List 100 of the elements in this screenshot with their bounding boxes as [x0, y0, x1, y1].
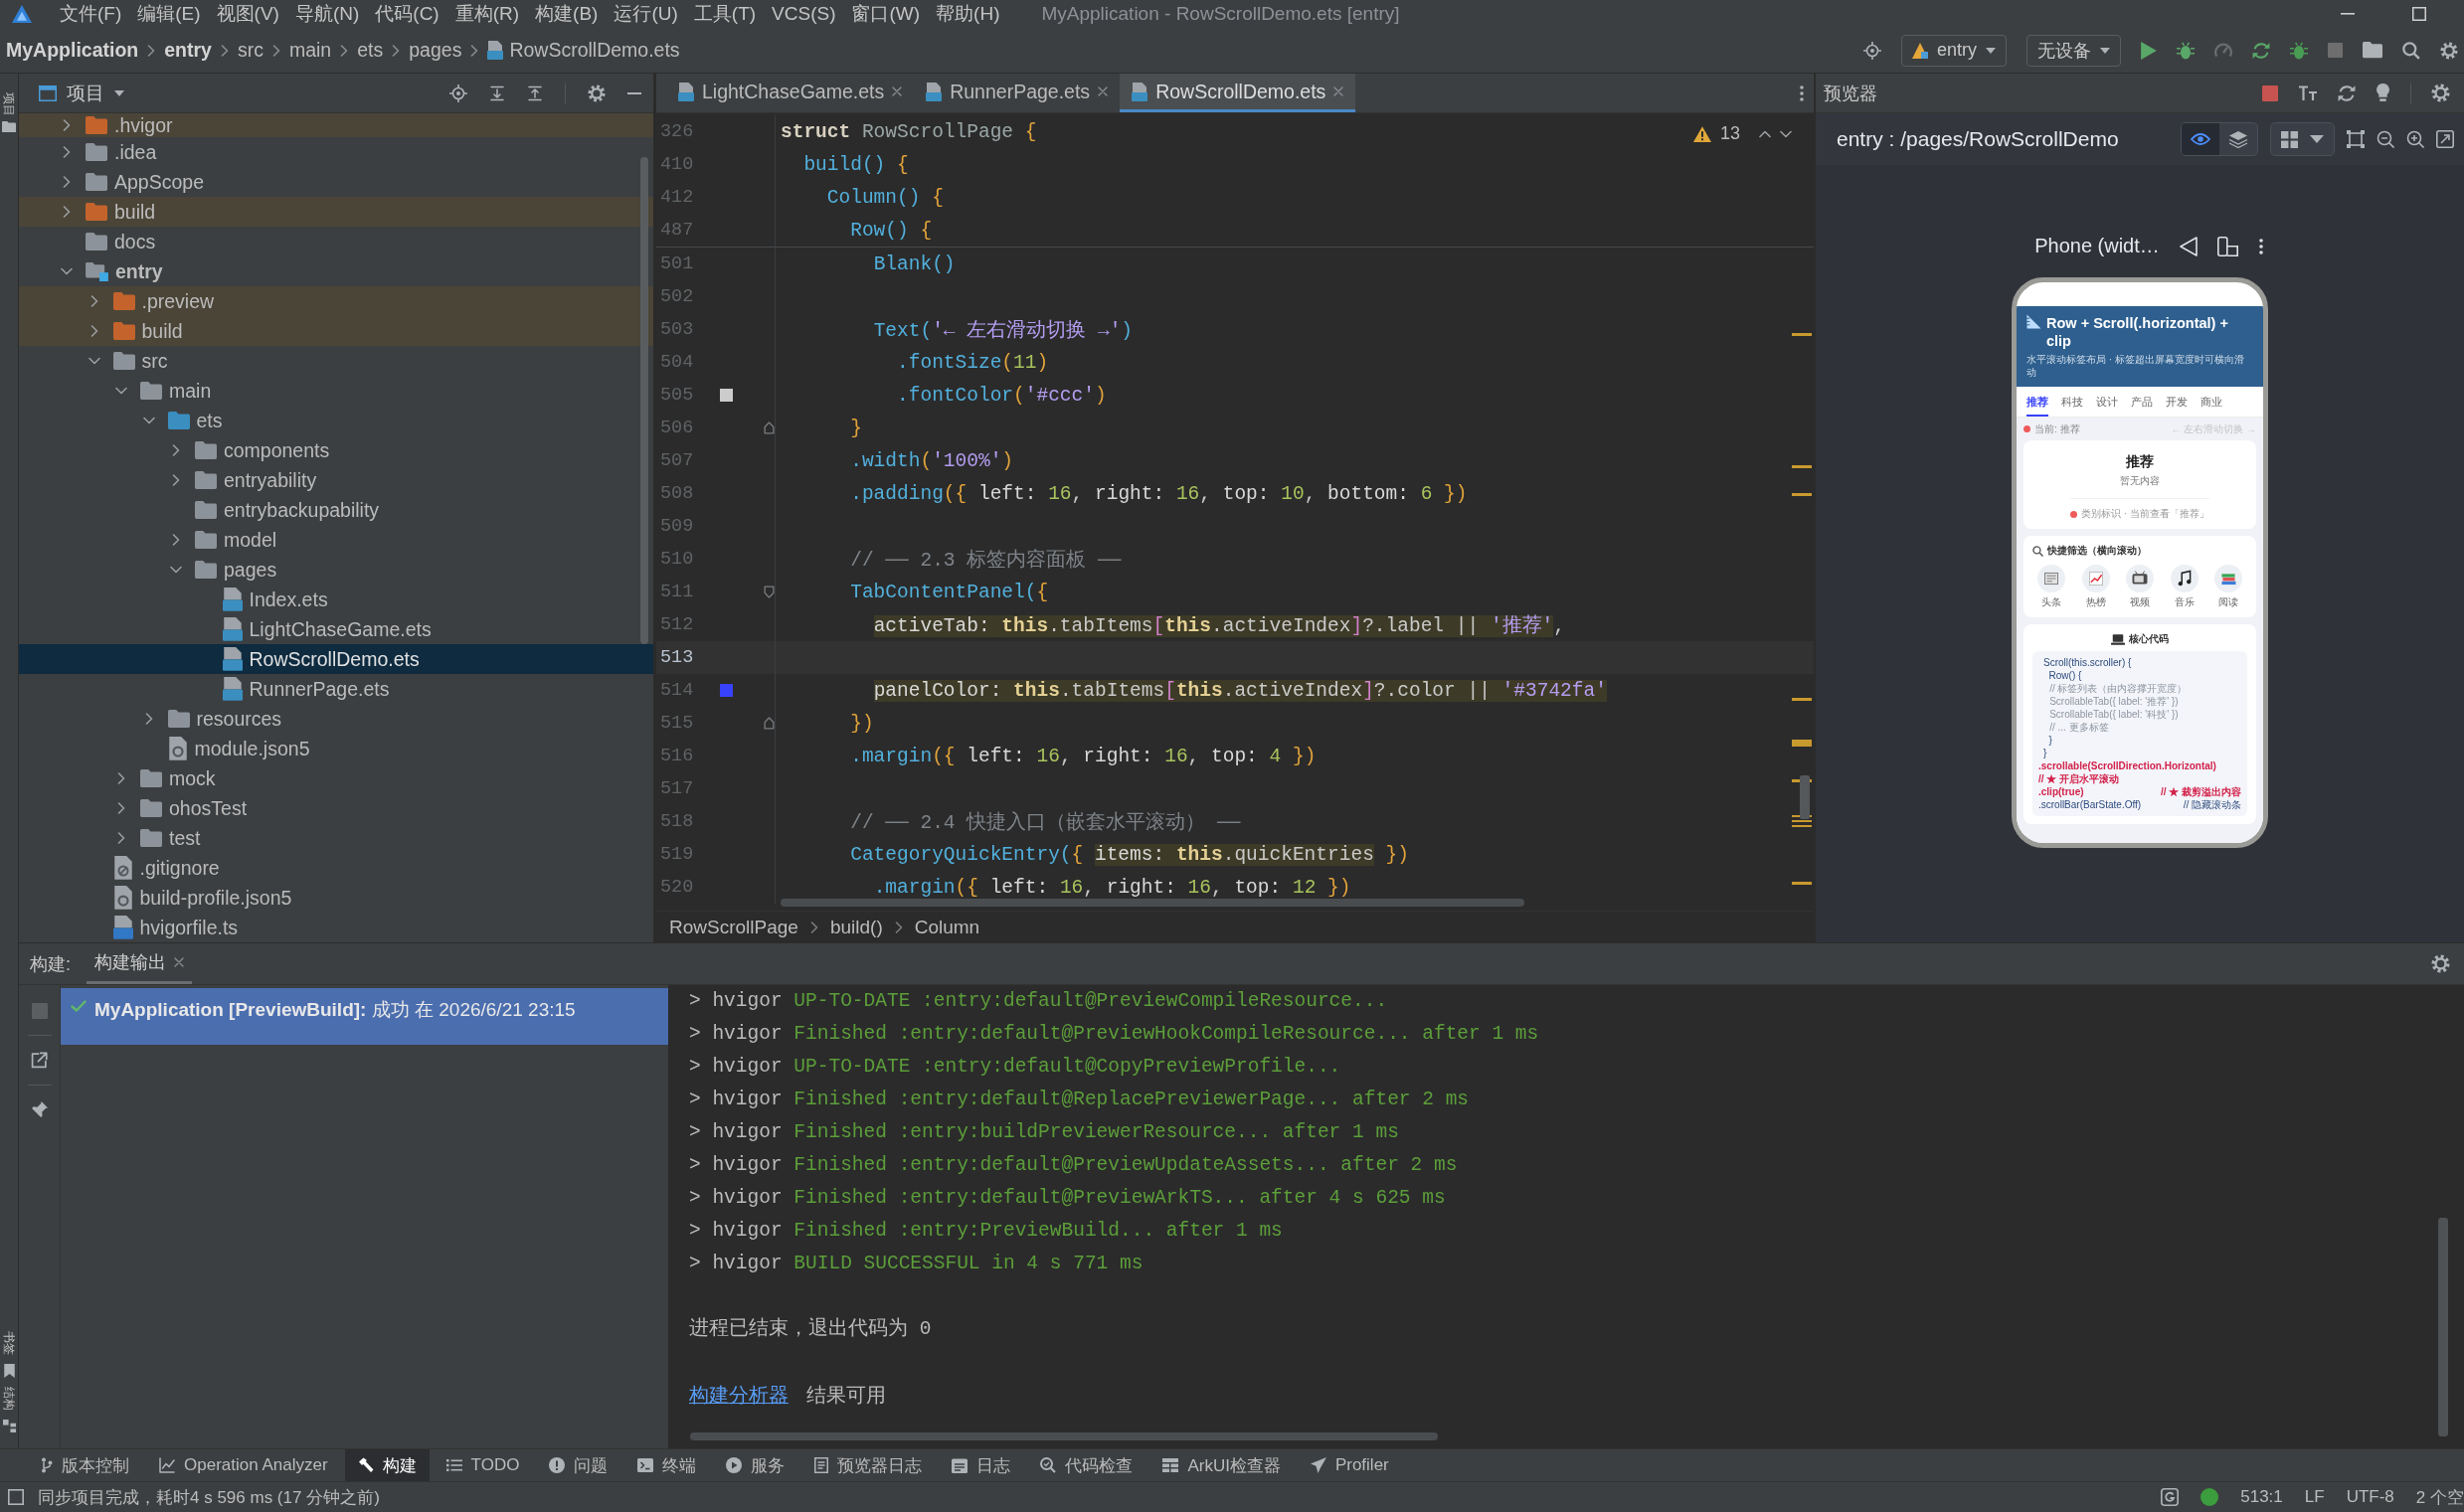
- tree-item[interactable]: ohosTest: [19, 793, 653, 823]
- back-icon[interactable]: [2179, 236, 2198, 256]
- breadcrumb-item[interactable]: src: [237, 39, 264, 62]
- bug-icon[interactable]: [2177, 41, 2195, 60]
- settings-icon[interactable]: [2431, 954, 2450, 973]
- tree-item[interactable]: model: [19, 525, 653, 555]
- menu-item[interactable]: 构建(B): [527, 2, 607, 26]
- tool-window-button[interactable]: 版本控制: [28, 1449, 142, 1481]
- tree-item[interactable]: AppScope: [19, 167, 653, 197]
- settings-icon[interactable]: [588, 84, 606, 102]
- chevron-down-icon[interactable]: [1780, 129, 1792, 138]
- expand-all-icon[interactable]: [489, 84, 505, 101]
- editor-tab[interactable]: RowScrollDemo.ets: [1120, 74, 1356, 112]
- collapse-all-icon[interactable]: [527, 84, 543, 101]
- close-icon[interactable]: [174, 957, 184, 967]
- panel-tab[interactable]: 构建输出: [87, 943, 192, 984]
- quick-entry-item[interactable]: 视频: [2121, 565, 2159, 609]
- file-encoding[interactable]: UTF-8: [2346, 1487, 2394, 1507]
- breadcrumb-item[interactable]: RowScrollDemo.ets: [487, 39, 680, 62]
- chevron-right-icon[interactable]: [89, 325, 98, 337]
- quick-entry-item[interactable]: 音乐: [2165, 565, 2203, 609]
- chevron-right-icon[interactable]: [63, 176, 71, 188]
- menu-item[interactable]: 视图(V): [208, 2, 287, 26]
- color-swatch-icon[interactable]: [719, 389, 733, 402]
- breadcrumb-item[interactable]: Column: [914, 916, 980, 938]
- category-tab[interactable]: 产品: [2131, 395, 2153, 417]
- chevron-right-icon[interactable]: [63, 146, 71, 158]
- caret-position[interactable]: 513:1: [2240, 1487, 2283, 1507]
- chevron-right-icon[interactable]: [63, 119, 71, 131]
- chevron-right-icon[interactable]: [172, 444, 180, 456]
- tool-window-button[interactable]: 预览器日志: [801, 1449, 936, 1481]
- view-toggle[interactable]: [2182, 123, 2219, 155]
- structure-icon[interactable]: [2, 1420, 16, 1432]
- settings-icon[interactable]: [2440, 41, 2458, 60]
- zoom-in-icon[interactable]: [2406, 130, 2424, 148]
- color-swatch-icon[interactable]: [719, 684, 733, 697]
- fold-icon[interactable]: [764, 421, 775, 434]
- chevron-up-icon[interactable]: [1759, 129, 1771, 138]
- more-icon[interactable]: [1800, 84, 1804, 101]
- tree-item[interactable]: main: [19, 376, 653, 406]
- more-icon[interactable]: [2258, 238, 2263, 254]
- zoom-out-icon[interactable]: [2376, 130, 2394, 148]
- tool-window-button[interactable]: 构建: [344, 1449, 430, 1481]
- frame-icon[interactable]: [2347, 130, 2365, 148]
- tree-item[interactable]: build: [19, 197, 653, 227]
- refresh-icon[interactable]: [2252, 41, 2270, 60]
- device-dropdown[interactable]: 无设备: [2026, 34, 2121, 67]
- tool-window-button[interactable]: 代码检查: [1027, 1449, 1146, 1481]
- chevron-right-icon[interactable]: [117, 832, 125, 844]
- text-size-icon[interactable]: [2298, 84, 2318, 101]
- vertical-scrollbar[interactable]: [640, 157, 648, 644]
- chevron-down-icon[interactable]: [170, 566, 182, 574]
- chevron-right-icon[interactable]: [117, 802, 125, 814]
- target-icon[interactable]: [1862, 41, 1881, 60]
- tree-item[interactable]: src: [19, 346, 653, 376]
- chevron-down-icon[interactable]: [61, 267, 73, 275]
- chevron-down-icon[interactable]: [88, 357, 100, 365]
- side-tab[interactable]: 结构: [2, 1387, 16, 1411]
- tool-window-button[interactable]: Operation Analyzer: [146, 1449, 341, 1481]
- menu-item[interactable]: 导航(N): [286, 2, 368, 26]
- close-icon[interactable]: [1098, 86, 1109, 96]
- warning-marker-icon[interactable]: [1792, 493, 1812, 496]
- quick-entry-item[interactable]: 阅读: [2209, 565, 2247, 609]
- analyzer-link[interactable]: 构建分析器: [689, 1382, 789, 1409]
- breadcrumb-item[interactable]: entry: [164, 39, 212, 62]
- tree-item[interactable]: build-profile.json5: [19, 883, 653, 913]
- vertical-scrollbar[interactable]: [1800, 775, 1810, 819]
- tree-item[interactable]: hvigorfile.ts: [19, 913, 653, 942]
- menu-item[interactable]: VCS(S): [764, 2, 844, 26]
- tree-item[interactable]: .hvigor: [19, 113, 653, 137]
- horizontal-scrollbar[interactable]: [781, 899, 1524, 907]
- locate-icon[interactable]: [449, 84, 467, 102]
- search-icon[interactable]: [2402, 41, 2420, 60]
- line-separator[interactable]: LF: [2304, 1487, 2325, 1507]
- tool-window-button[interactable]: 日志: [939, 1449, 1024, 1481]
- breadcrumb-item[interactable]: pages: [409, 39, 462, 62]
- breadcrumb-item[interactable]: RowScrollPage: [669, 916, 798, 938]
- quick-entry-item[interactable]: 头条: [2032, 565, 2070, 609]
- warning-marker-icon[interactable]: [1792, 333, 1812, 336]
- warning-marker-icon[interactable]: [1792, 465, 1812, 468]
- tree-item[interactable]: pages: [19, 555, 653, 585]
- bookmark-icon[interactable]: [3, 1364, 15, 1378]
- breadcrumb-item[interactable]: ets: [357, 39, 384, 62]
- side-tab[interactable]: 项目: [2, 92, 16, 116]
- fold-icon[interactable]: [764, 717, 775, 730]
- warning-marker-icon[interactable]: [1792, 825, 1812, 827]
- tool-window-button[interactable]: 问题: [536, 1449, 621, 1481]
- device-selector[interactable]: Phone (widt…: [2034, 235, 2160, 257]
- maximize-icon[interactable]: [2412, 7, 2426, 21]
- tool-window-button[interactable]: Profiler: [1297, 1449, 1402, 1481]
- menu-item[interactable]: 帮助(H): [928, 2, 1008, 26]
- menu-item[interactable]: 运行(U): [606, 2, 686, 26]
- tree-item[interactable]: ets: [19, 406, 653, 435]
- chevron-right-icon[interactable]: [89, 295, 98, 307]
- breadcrumb-item[interactable]: build(): [829, 916, 883, 938]
- editor-tab[interactable]: LightChaseGame.ets: [666, 74, 915, 112]
- layout-dropdown[interactable]: [2270, 122, 2335, 156]
- open-external-icon[interactable]: [31, 1052, 48, 1069]
- lightbulb-icon[interactable]: [2376, 84, 2390, 102]
- pin-icon[interactable]: [31, 1101, 48, 1118]
